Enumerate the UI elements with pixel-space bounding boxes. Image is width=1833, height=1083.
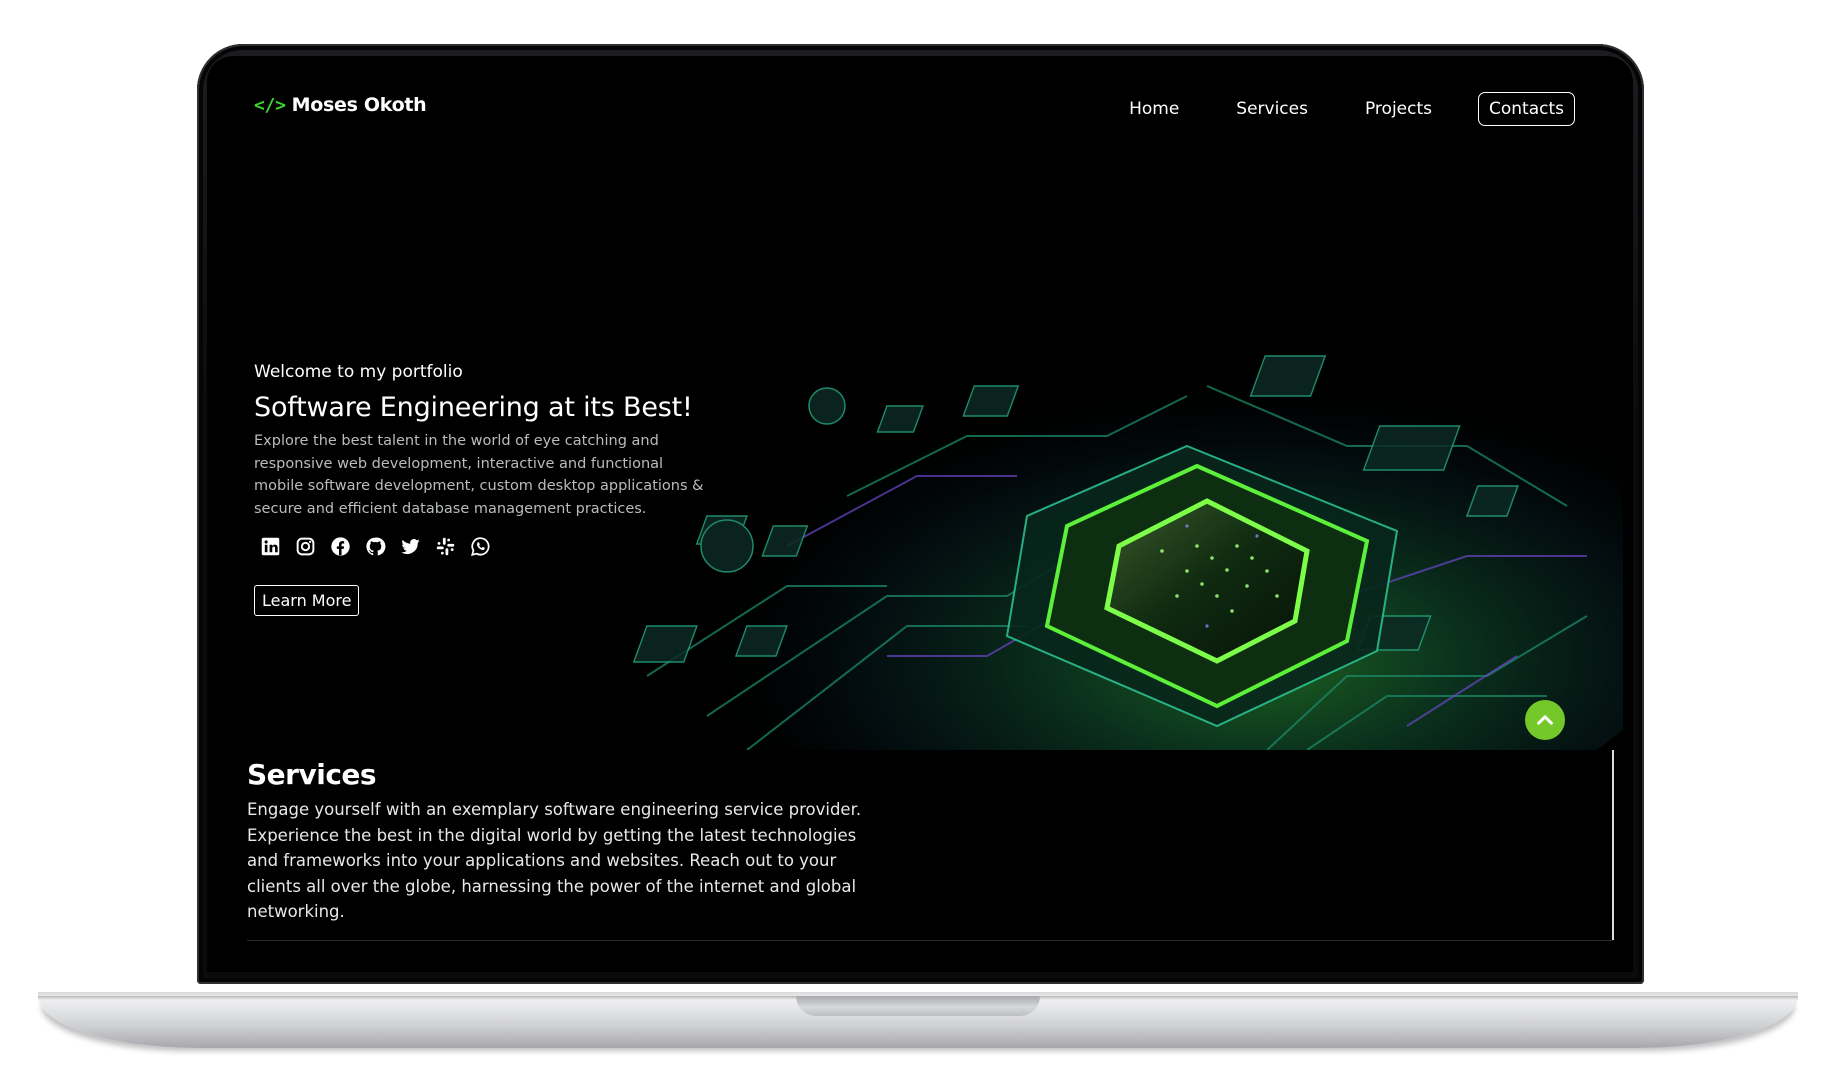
hero-section: Welcome to my portfolio Software Enginee… <box>254 362 714 616</box>
nav-home[interactable]: Home <box>1129 99 1179 119</box>
slack-icon[interactable] <box>434 535 456 557</box>
nav-services[interactable]: Services <box>1236 99 1308 119</box>
services-title: Services <box>247 758 377 791</box>
laptop-opening-notch <box>796 996 1040 1016</box>
hero-title: Software Engineering at its Best! <box>254 392 693 423</box>
circuit-board-image <box>587 296 1623 750</box>
whatsapp-icon[interactable] <box>469 535 491 557</box>
main-nav: Home Services Projects Contacts <box>1072 92 1575 126</box>
twitter-icon[interactable] <box>399 535 421 557</box>
linkedin-icon[interactable] <box>259 535 281 557</box>
code-icon: </> <box>254 94 286 116</box>
services-description: Engage yourself with an exemplary softwa… <box>247 800 862 921</box>
facebook-icon[interactable] <box>329 535 351 557</box>
contacts-button[interactable]: Contacts <box>1478 92 1575 126</box>
scrollbar[interactable] <box>1612 750 1614 940</box>
hero-description: Explore the best talent in the world of … <box>254 433 704 517</box>
section-divider <box>247 940 1613 941</box>
github-icon[interactable] <box>364 535 386 557</box>
chevron-up-icon <box>1537 715 1553 725</box>
nav-projects[interactable]: Projects <box>1365 99 1432 119</box>
services-section: Services Engage yourself with an exempla… <box>247 758 867 925</box>
instagram-icon[interactable] <box>294 535 316 557</box>
hero-welcome: Welcome to my portfolio <box>254 362 463 382</box>
brand-logo[interactable]: </> Moses Okoth <box>254 94 427 116</box>
scroll-to-top-button[interactable] <box>1525 700 1565 740</box>
learn-more-button[interactable]: Learn More <box>254 585 360 616</box>
brand-name: Moses Okoth <box>291 94 427 116</box>
laptop-screen: </> Moses Okoth Home Services Projects C… <box>207 56 1633 972</box>
social-links <box>259 535 714 557</box>
